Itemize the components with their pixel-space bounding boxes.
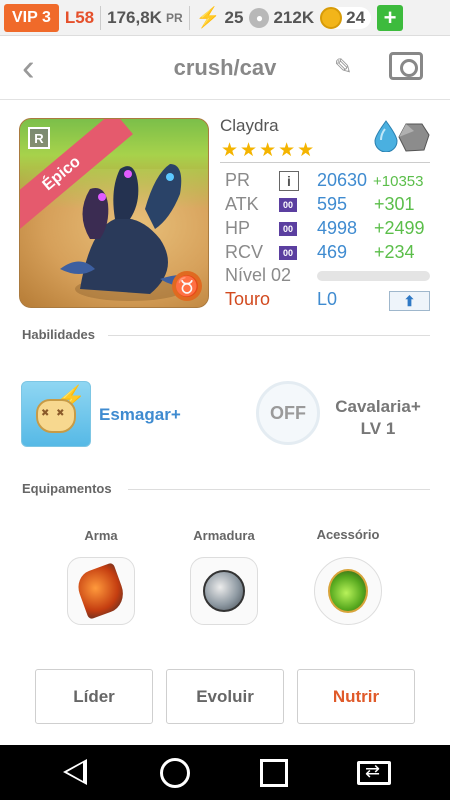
feed-button[interactable]: Nutrir [297, 669, 415, 724]
stat-badge: 00 [279, 198, 297, 212]
skill-name-cavalaria[interactable]: Cavalaria+ LV 1 [326, 396, 430, 440]
power-stat: 176,8K PR [107, 8, 183, 28]
chevron-left-icon[interactable]: ‹ [22, 49, 50, 87]
lightning-icon: ⚡ [195, 7, 221, 29]
stat-bonus: +301 [374, 194, 415, 214]
skill-level: LV 1 [360, 419, 396, 438]
evolve-button[interactable]: Evoluir [166, 669, 284, 724]
xp-progress-bar [317, 271, 430, 281]
paw-value: 212K [273, 7, 315, 27]
level-label: Nível 02 [225, 265, 292, 285]
pencil-icon[interactable]: ✎ [334, 54, 352, 80]
accessory-label: Acessório [316, 527, 380, 542]
energy-stat[interactable]: ⚡ 25 [196, 5, 244, 30]
stat-label: HP [225, 218, 251, 238]
divider [128, 489, 430, 490]
stat-badge: 00 [279, 222, 297, 236]
system-nav-bar [0, 745, 450, 800]
zodiac-sign: Touro [225, 289, 271, 309]
monster-name: Claydra [220, 116, 279, 135]
stat-bonus: +234 [374, 242, 415, 262]
stat-value: 4998 [317, 218, 358, 238]
stat-label: PR [225, 170, 251, 190]
switch-apps-icon[interactable] [357, 761, 391, 785]
skill-name: Cavalaria+ [335, 397, 421, 416]
coin-value: 24 [346, 7, 366, 27]
earth-element-icon [398, 123, 430, 152]
star-rating: ★★★★★ [221, 140, 317, 161]
stat-value: 595 [317, 194, 348, 214]
energy-value: 25 [224, 7, 244, 27]
stat-row-atk: ATK 00 595 +301 [225, 194, 435, 218]
weapon-label: Arma [84, 528, 118, 543]
power-unit: PR [165, 10, 183, 25]
monster-portrait: Épico R ♉ [19, 118, 209, 308]
taurus-icon: ♉ [172, 271, 202, 301]
stat-value: 469 [317, 242, 348, 262]
limit-break-level: L0 [317, 289, 338, 309]
stat-row-hp: HP 00 4998 +2499 [225, 218, 435, 242]
paw-stat[interactable]: ● 212K [249, 7, 315, 28]
upgrade-button[interactable]: ⬆ [389, 291, 430, 311]
stat-label: ATK [225, 194, 259, 214]
header: ‹ crush/cav ✎ [0, 36, 450, 100]
paw-icon: ● [249, 7, 270, 28]
back-triangle-icon[interactable] [63, 759, 87, 785]
stat-label: RCV [225, 242, 264, 262]
divider [108, 335, 430, 336]
stat-row-pr: PR i 20630 +10353 [225, 170, 435, 194]
power-value: 176,8K [107, 7, 162, 27]
arrow-up-icon: ⬆ [403, 292, 416, 309]
leader-button[interactable]: Líder [35, 669, 153, 724]
stat-value: 20630 [317, 170, 368, 190]
page-title: crush/cav [173, 54, 277, 80]
skill-name[interactable]: Esmagar+ [99, 405, 181, 425]
skill-status: OFF [270, 402, 306, 423]
weapon-slot[interactable] [67, 557, 135, 625]
camera-icon[interactable] [389, 52, 423, 80]
status-bar: VIP 3 L58 176,8K PR ⚡ 25 ● 212K 24 + [0, 0, 450, 36]
accessory-slot[interactable] [314, 557, 382, 625]
abilities-header: Habilidades [22, 327, 95, 342]
stat-bonus: +10353 [373, 173, 424, 190]
rank-badge: R [28, 127, 50, 149]
stat-badge: 00 [279, 246, 297, 260]
vip-badge[interactable]: VIP 3 [4, 3, 59, 32]
info-icon[interactable]: i [279, 171, 299, 191]
skill-icon-cavalaria[interactable]: OFF [256, 381, 320, 445]
fire-claw-icon [73, 562, 129, 620]
gem-icon [328, 569, 368, 613]
stat-row-rcv: RCV 00 469 +234 [225, 242, 435, 266]
stat-bonus: +2499 [374, 218, 425, 238]
home-circle-icon[interactable] [160, 758, 190, 788]
divider [100, 5, 102, 30]
shield-icon [203, 570, 245, 612]
armor-label: Armadura [193, 528, 255, 543]
coin-icon [320, 6, 343, 29]
coin-stat[interactable]: 24 [320, 6, 372, 29]
player-level: L58 [64, 7, 95, 27]
monster-detail-screen: VIP 3 L58 176,8K PR ⚡ 25 ● 212K 24 + ‹ c… [0, 0, 450, 800]
water-element-icon [374, 120, 398, 152]
armor-slot[interactable] [190, 557, 258, 625]
recent-apps-icon[interactable] [260, 759, 288, 787]
dizzy-face-icon [36, 399, 76, 433]
add-currency-button[interactable]: + [377, 4, 404, 31]
divider [220, 162, 430, 163]
divider [188, 5, 190, 30]
skill-icon-esmagar[interactable]: ⚡ [21, 381, 91, 447]
equipment-header: Equipamentos [22, 481, 112, 496]
